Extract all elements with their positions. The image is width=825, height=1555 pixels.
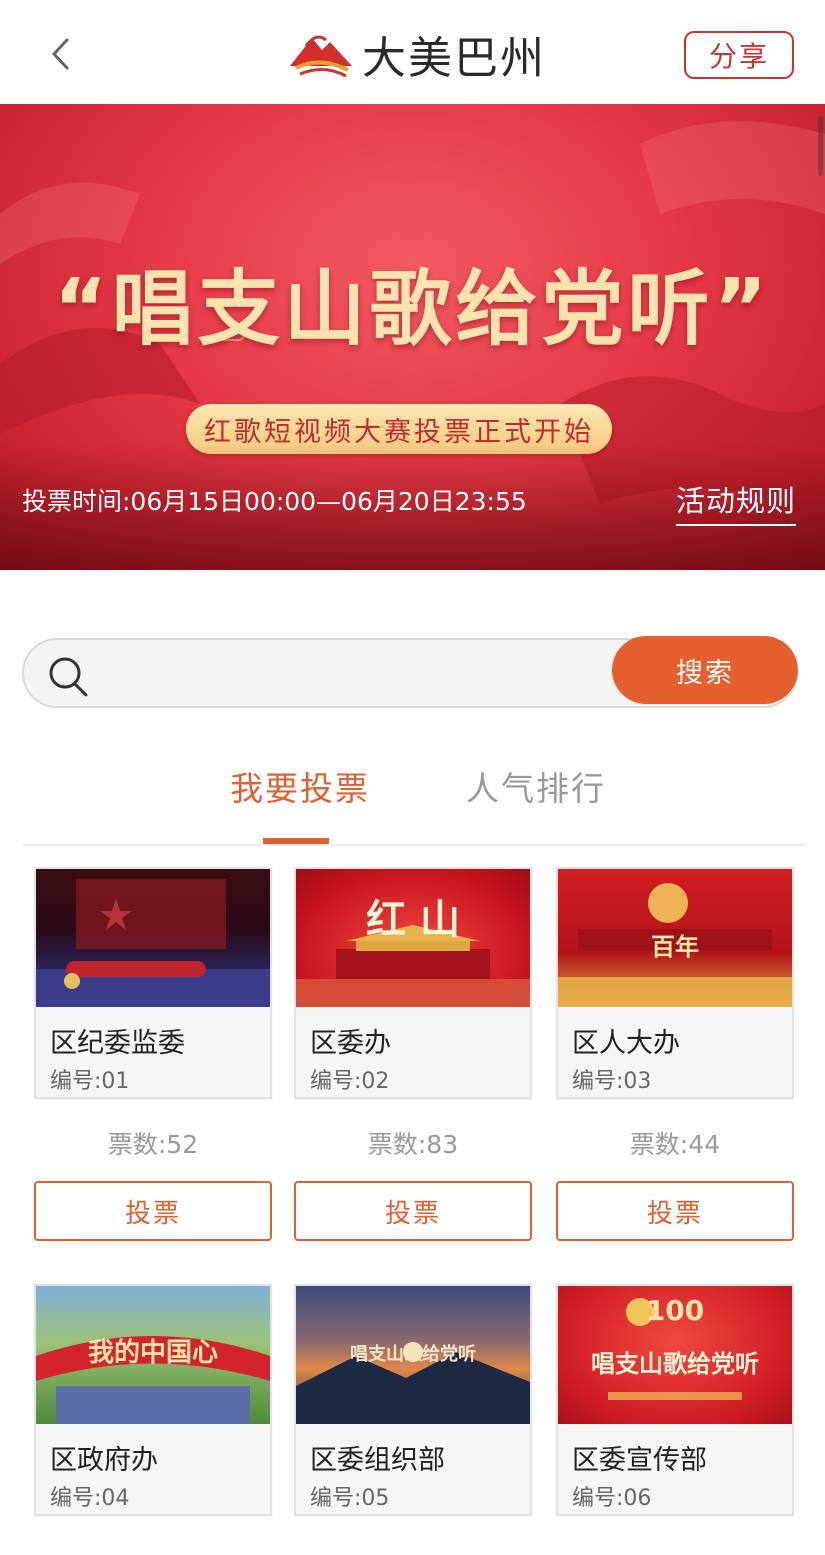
- tab-bar: 我要投票 人气排行: [22, 750, 805, 846]
- entry-thumbnail[interactable]: 唱支山歌给党听: [296, 1286, 530, 1424]
- tab-active-indicator: [263, 838, 329, 844]
- entry-number: 编号:06: [572, 1486, 652, 1511]
- search-input[interactable]: [108, 650, 608, 698]
- vote-count: 票数:52: [107, 1130, 199, 1159]
- tab-ranking[interactable]: 人气排行: [466, 762, 606, 810]
- entry-card[interactable]: 区纪委监委 编号:01: [34, 867, 272, 1099]
- entry-thumbnail-title: 唱支山歌给党听: [591, 1349, 759, 1378]
- vote-button[interactable]: 投票: [34, 1181, 272, 1241]
- entry-number: 编号:05: [310, 1486, 390, 1511]
- banner: “唱支山歌给党听” 红歌短视频大赛投票正式开始 投票时间:06月15日00:00…: [0, 104, 825, 570]
- entry-thumbnail-title: 红 山: [366, 896, 460, 943]
- vote-button[interactable]: 投票: [556, 1181, 794, 1241]
- entry-thumbnail[interactable]: 我的中国心: [36, 1286, 270, 1424]
- entry-thumbnail-title: 百年: [651, 933, 699, 961]
- scrollbar[interactable]: [818, 116, 823, 176]
- app-header: 大美巴州 分享: [0, 0, 825, 104]
- search-icon: [49, 657, 88, 697]
- entry-thumbnail-badge: 100: [645, 1294, 705, 1327]
- vote-button[interactable]: 投票: [294, 1181, 532, 1241]
- banner-title: “唱支山歌给党听”: [53, 262, 772, 357]
- entry-name: 区纪委监委: [50, 1028, 185, 1059]
- entry-card[interactable]: 我的中国心 区政府办 编号:04: [34, 1284, 272, 1516]
- back-button[interactable]: [40, 30, 80, 78]
- entry-card[interactable]: 唱支山歌给党听 区委组织部 编号:05: [294, 1284, 532, 1516]
- entry-thumbnail[interactable]: 百年: [558, 869, 792, 1007]
- entry-name: 区委办: [310, 1028, 391, 1059]
- search-button[interactable]: 搜索: [612, 636, 798, 704]
- stage-image-icon: [36, 879, 270, 1007]
- entry-card[interactable]: 红 山 区委办 编号:02: [294, 867, 532, 1099]
- entry-name: 区政府办: [50, 1445, 158, 1476]
- entry-thumbnail[interactable]: [36, 869, 270, 1007]
- entry-number: 编号:01: [50, 1069, 130, 1094]
- vote-count: 票数:83: [367, 1130, 459, 1159]
- entry-thumbnail[interactable]: 红 山: [296, 869, 530, 1007]
- share-button[interactable]: 分享: [684, 31, 794, 79]
- vote-count: 票数:44: [629, 1130, 721, 1159]
- entry-number: 编号:04: [50, 1486, 130, 1511]
- entry-number: 编号:03: [572, 1069, 652, 1094]
- entry-number: 编号:02: [310, 1069, 390, 1094]
- entry-name: 区委宣传部: [572, 1445, 707, 1476]
- entry-thumbnail-title: 唱支山歌给党听: [350, 1344, 476, 1365]
- brand: 大美巴州: [286, 24, 546, 84]
- tab-vote[interactable]: 我要投票: [230, 762, 370, 810]
- entry-thumbnail[interactable]: 100 唱支山歌给党听: [558, 1286, 792, 1424]
- rules-link[interactable]: 活动规则: [676, 478, 797, 526]
- vote-time: 投票时间:06月15日00:00—06月20日23:55: [22, 487, 527, 516]
- brand-name: 大美巴州: [362, 33, 546, 84]
- chevron-left-icon: [52, 38, 69, 70]
- entry-name: 区委组织部: [310, 1445, 445, 1476]
- entry-thumbnail-title: 我的中国心: [87, 1338, 218, 1368]
- entry-card[interactable]: 百年 区人大办 编号:03: [556, 867, 794, 1099]
- brand-logo-icon: [290, 35, 352, 78]
- entry-name: 区人大办: [572, 1028, 680, 1059]
- entry-card[interactable]: 100 唱支山歌给党听 区委宣传部 编号:06: [556, 1284, 794, 1516]
